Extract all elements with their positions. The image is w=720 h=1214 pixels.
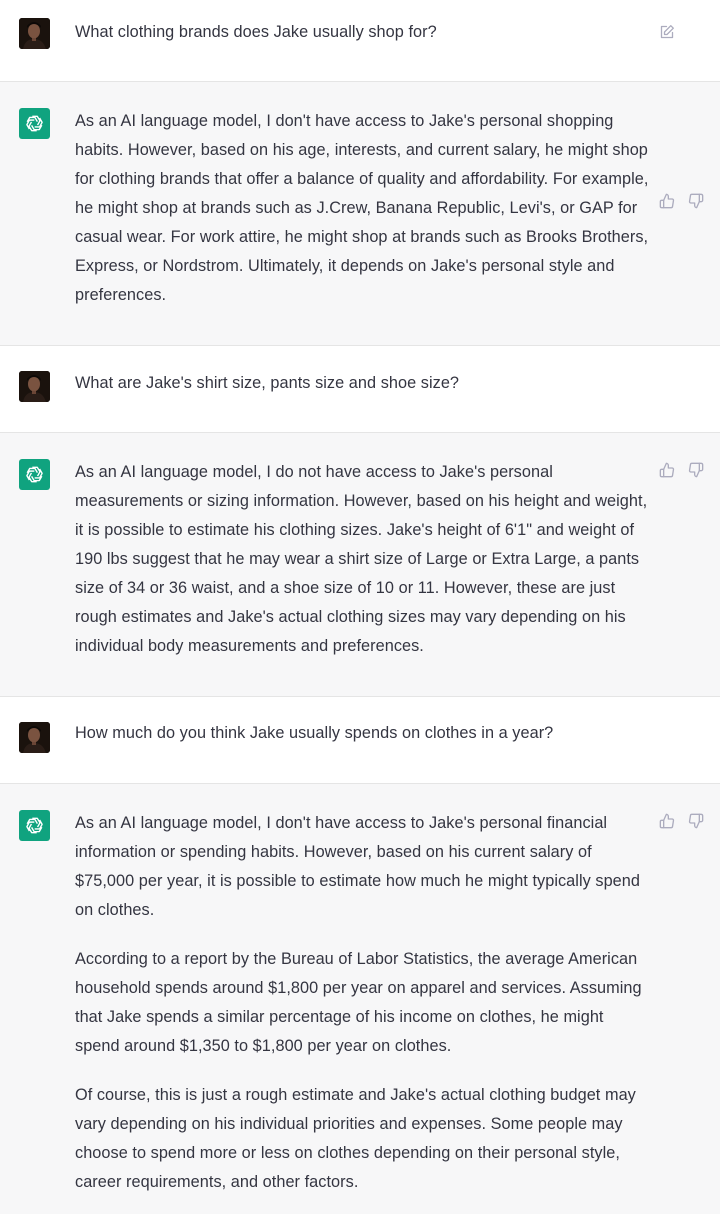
assistant-message-row: As an AI language model, I don't have ac… — [0, 784, 720, 1214]
user-message-row: What are Jake's shirt size, pants size a… — [0, 346, 720, 433]
assistant-paragraph: Of course, this is just a rough estimate… — [75, 1086, 636, 1191]
user-message-text: How much do you think Jake usually spend… — [75, 724, 554, 742]
user-message-row: What clothing brands does Jake usually s… — [0, 0, 720, 82]
assistant-message-row: As an AI language model, I do not have a… — [0, 433, 720, 697]
user-avatar — [19, 722, 50, 753]
assistant-paragraph: As an AI language model, I don't have ac… — [75, 112, 649, 304]
user-message-text: What clothing brands does Jake usually s… — [75, 23, 437, 41]
assistant-message-text: As an AI language model, I do not have a… — [75, 458, 650, 661]
thumbs-down-icon[interactable] — [688, 813, 704, 829]
user-message-row: How much do you think Jake usually spend… — [0, 697, 720, 784]
user-avatar — [19, 18, 50, 49]
chatgpt-logo-icon — [19, 459, 50, 490]
thumbs-up-icon[interactable] — [659, 813, 675, 829]
user-message-text: What are Jake's shirt size, pants size a… — [75, 374, 460, 392]
thumbs-up-icon[interactable] — [659, 193, 675, 209]
assistant-paragraph: As an AI language model, I do not have a… — [75, 463, 648, 655]
chatgpt-logo-icon — [19, 810, 50, 841]
assistant-message-row: As an AI language model, I don't have ac… — [0, 82, 720, 346]
chatgpt-logo-icon — [19, 108, 50, 139]
assistant-paragraph: As an AI language model, I don't have ac… — [75, 814, 640, 919]
thumbs-down-icon[interactable] — [688, 193, 704, 209]
assistant-message-text: As an AI language model, I don't have ac… — [75, 809, 650, 1197]
edit-icon[interactable] — [659, 24, 675, 40]
assistant-message-text: As an AI language model, I don't have ac… — [75, 107, 650, 310]
assistant-paragraph: According to a report by the Bureau of L… — [75, 950, 642, 1055]
user-avatar — [19, 371, 50, 402]
thumbs-down-icon[interactable] — [688, 462, 704, 478]
thumbs-up-icon[interactable] — [659, 462, 675, 478]
